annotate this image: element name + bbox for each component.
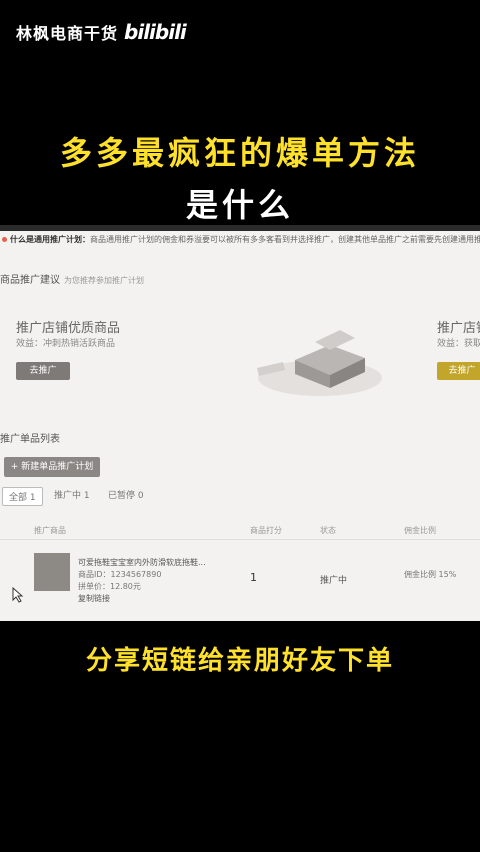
- column-header-commission: 佣金比例: [404, 526, 436, 535]
- tab-all[interactable]: 全部 1: [2, 487, 43, 506]
- copy-link[interactable]: 复制链接: [78, 593, 110, 604]
- top-bar: [0, 225, 480, 231]
- headline-line1: 多多最疯狂的爆单方法: [59, 134, 420, 172]
- watermark: 林枫电商干货 bilibili: [16, 20, 187, 44]
- suggestion-title: 商品推广建议: [0, 275, 60, 286]
- watermark-text: 林枫电商干货: [16, 24, 119, 43]
- column-header-score: 商品打分: [250, 526, 282, 535]
- card-left-title: 推广店铺优质商品: [16, 321, 121, 336]
- card-left-subtitle: 效益：冲刺热销活跃商品: [16, 339, 116, 349]
- card-right-subtitle: 效益：获取: [437, 339, 480, 349]
- mouse-cursor-icon: [12, 587, 24, 603]
- column-header-product: 推广商品: [34, 526, 66, 535]
- product-title: 可爱拖鞋宝宝室内外防滑软底拖鞋...: [78, 558, 206, 567]
- tab-promoting[interactable]: 推广中 1: [54, 488, 90, 501]
- column-header-status: 状态: [320, 526, 336, 535]
- product-commission: 佣金比例 15%: [404, 570, 457, 579]
- suggestion-hint: 为您推荐参加推广计划: [64, 276, 144, 285]
- product-score: 1: [250, 571, 257, 584]
- headline-line2: 是什么: [185, 186, 294, 224]
- info-bar: 什么是通用推广计划：商品通用推广计划的佣金和券溢要可以被所有多多客看到并选择推广…: [0, 234, 480, 250]
- suggestion-section-title: 商品推广建议 为您推荐参加推广计划: [0, 271, 144, 286]
- box-illustration-icon: [257, 330, 382, 396]
- new-promotion-button[interactable]: + 新建单品推广计划: [4, 457, 100, 477]
- card-right-promote-button[interactable]: 去推广: [437, 362, 480, 380]
- bilibili-logo: bilibili: [124, 20, 187, 44]
- product-thumbnail: [34, 553, 70, 591]
- info-label: 什么是通用推广计划：: [10, 235, 90, 244]
- info-dot-icon: [2, 237, 7, 242]
- list-title: 推广单品列表: [0, 434, 60, 445]
- product-price: 拼单价：12.80元: [78, 582, 141, 591]
- table-divider: [0, 539, 480, 540]
- product-id: 商品ID：1234567890: [78, 570, 162, 579]
- tab-paused[interactable]: 已暂停 0: [108, 488, 144, 501]
- video-subtitle: 分享短链给亲朋好友下单: [85, 646, 394, 676]
- screenshot-panel: 什么是通用推广计划：商品通用推广计划的佣金和券溢要可以被所有多多客看到并选择推广…: [0, 225, 480, 621]
- card-right-title: 推广店铺: [437, 321, 480, 336]
- info-text: 商品通用推广计划的佣金和券溢要可以被所有多多客看到并选择推广，创建其他单品推广之…: [90, 235, 480, 244]
- card-left-promote-button[interactable]: 去推广: [16, 362, 70, 380]
- product-status: 推广中: [320, 576, 348, 586]
